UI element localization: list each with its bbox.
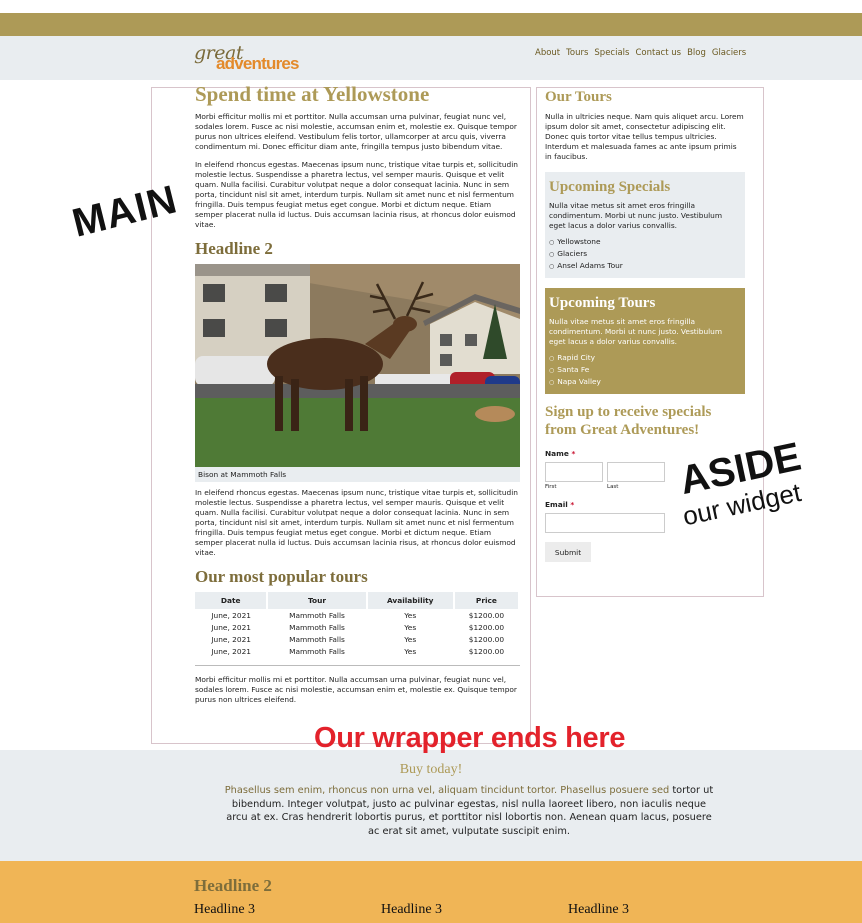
table-header-price: Price — [453, 592, 521, 609]
table-cell: June, 2021 — [211, 634, 251, 644]
photo-figure: Bison at Mammoth Falls — [195, 264, 520, 482]
upcoming-specials-title: Upcoming Specials — [549, 179, 671, 195]
bottom-section: Headline 2 Headline 3 Headline 3 Headlin… — [0, 861, 862, 923]
email-field[interactable] — [545, 513, 665, 533]
table-row: June, 2021 Mammoth Falls Yes $1200.00 — [195, 609, 519, 621]
table-cell: $1200.00 — [468, 610, 505, 620]
popular-tours-title: Our most popular tours — [195, 567, 368, 586]
table-cell: Yes — [404, 622, 417, 632]
buy-today-heading: Buy today! — [399, 762, 463, 777]
our-tours-text: Nulla in ultricies neque. Nam quis aliqu… — [545, 112, 744, 161]
main-paragraph-1: Morbi efficitur mollis mi et porttitor. … — [195, 112, 517, 151]
bottom-headline-3: Headline 3 — [568, 902, 630, 917]
upcoming-specials-box: Upcoming Specials Nulla vitae metus sit … — [545, 172, 745, 278]
table-cell: Mammoth Falls — [289, 622, 345, 632]
first-name-field[interactable] — [545, 462, 603, 482]
our-tours-title: Our Tours — [545, 89, 612, 105]
nav-blog[interactable]: Blog — [687, 48, 706, 58]
main-content: Spend time at Yellowstone Morbi efficitu… — [195, 82, 521, 705]
list-item[interactable]: Yellowstone — [549, 236, 741, 248]
top-color-bar — [0, 13, 862, 36]
table-header-tour: Tour — [267, 592, 368, 609]
page-title: Spend time at Yellowstone — [195, 82, 430, 106]
table-cell: Mammoth Falls — [289, 610, 345, 620]
first-label: First — [545, 484, 557, 490]
table-header-row: Date Tour Availability Price — [195, 592, 521, 609]
table-header-availability: Availability — [366, 592, 455, 609]
headline-2: Headline 2 — [195, 239, 273, 258]
bottom-headline-2: Headline 2 — [194, 876, 272, 895]
table-row: June, 2021 Mammoth Falls Yes $1200.00 — [195, 633, 519, 645]
table-cell: Yes — [404, 634, 417, 644]
footer-text-gold: Phasellus sem enim, rhoncus non urna vel… — [224, 785, 670, 796]
list-item[interactable]: Napa Valley — [549, 376, 741, 388]
nav-about[interactable]: About — [535, 48, 560, 58]
main-nav: About Tours Specials Contact us Blog Gla… — [535, 48, 746, 58]
divider — [195, 665, 520, 666]
main-paragraph-3: In eleifend rhoncus egestas. Maecenas ip… — [195, 488, 518, 557]
upcoming-tours-box: Upcoming Tours Nulla vitae metus sit ame… — [545, 288, 745, 394]
list-item[interactable]: Santa Fe — [549, 364, 741, 376]
table-cell: June, 2021 — [211, 622, 251, 632]
main-section: Spend time at Yellowstone Morbi efficitu… — [151, 82, 531, 744]
table-cell: Mammoth Falls — [289, 646, 345, 656]
upcoming-specials-text: Nulla vitae metus sit amet eros fringill… — [549, 201, 723, 230]
signup-title: Sign up to receive specials from Great A… — [545, 404, 712, 438]
required-mark: * — [571, 449, 576, 458]
tours-table: Date Tour Availability Price June, 2021 … — [195, 592, 521, 657]
table-cell: Yes — [404, 610, 417, 620]
main-paragraph-4: Morbi efficitur mollis mi et porttitor. … — [195, 675, 517, 704]
table-cell: $1200.00 — [468, 646, 505, 656]
site-logo[interactable]: great adventures — [194, 42, 314, 74]
table-cell: $1200.00 — [468, 622, 505, 632]
logo-adventures: adventures — [216, 54, 300, 73]
list-item[interactable]: Ansel Adams Tour — [549, 260, 741, 272]
nav-tours[interactable]: Tours — [566, 48, 588, 58]
table-cell: $1200.00 — [468, 634, 505, 644]
upcoming-tours-text: Nulla vitae metus sit amet eros fringill… — [549, 317, 723, 346]
table-row: June, 2021 Mammoth Falls Yes $1200.00 — [195, 645, 519, 657]
last-name-field[interactable] — [607, 462, 665, 482]
submit-button[interactable]: Submit — [545, 542, 591, 562]
list-item[interactable]: Rapid City — [549, 352, 741, 364]
nav-glaciers[interactable]: Glaciers — [712, 48, 746, 58]
table-row: June, 2021 Mammoth Falls Yes $1200.00 — [195, 621, 519, 633]
annotation-wrapper: Our wrapper ends here — [314, 722, 626, 754]
upcoming-tours-list: Rapid City Santa Fe Napa Valley — [549, 352, 741, 388]
upcoming-tours-title: Upcoming Tours — [549, 295, 656, 311]
nav-specials[interactable]: Specials — [594, 48, 629, 58]
table-header-date: Date — [195, 592, 269, 609]
main-paragraph-2: In eleifend rhoncus egestas. Maecenas ip… — [195, 160, 518, 229]
table-cell: Yes — [404, 646, 417, 656]
elk-photo — [195, 264, 520, 467]
required-mark: * — [570, 500, 575, 509]
table-cell: Mammoth Falls — [289, 634, 345, 644]
list-item[interactable]: Glaciers — [549, 248, 741, 260]
last-label: Last — [607, 484, 619, 490]
bottom-headline-3: Headline 3 — [381, 902, 443, 917]
nav-contact[interactable]: Contact us — [635, 48, 681, 58]
footer-text: Phasellus sem enim, rhoncus non urna vel… — [222, 784, 716, 838]
specials-list: Yellowstone Glaciers Ansel Adams Tour — [549, 236, 741, 272]
site-header: great adventures About Tours Specials Co… — [0, 36, 862, 80]
bottom-headline-3: Headline 3 — [194, 902, 256, 917]
table-cell: June, 2021 — [211, 646, 251, 656]
photo-caption: Bison at Mammoth Falls — [198, 470, 287, 479]
table-cell: June, 2021 — [211, 610, 251, 620]
